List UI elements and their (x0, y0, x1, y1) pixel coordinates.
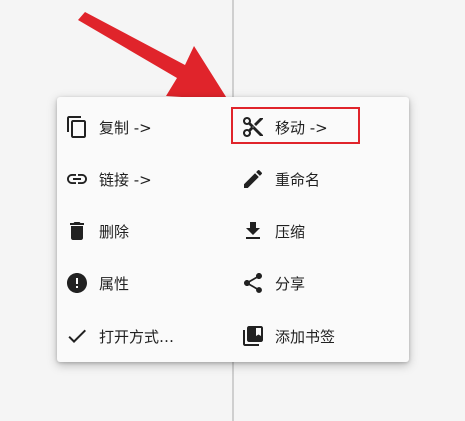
menu-item-label: 重命名 (275, 170, 321, 189)
menu-item-share[interactable]: 分享 (241, 265, 305, 301)
download-icon (241, 219, 265, 243)
menu-item-label: 添加书签 (275, 327, 336, 346)
menu-item-move[interactable]: 移动 -> (241, 109, 328, 145)
menu-item-properties[interactable]: 属性 (65, 265, 129, 301)
share-icon (241, 271, 265, 295)
menu-item-add-bookmark[interactable]: 添加书签 (241, 318, 335, 354)
menu-item-link[interactable]: 链接 -> (65, 161, 152, 197)
menu-item-label: 删除 (99, 222, 130, 241)
menu-item-label: 属性 (99, 274, 130, 293)
menu-item-label: 链接 -> (99, 170, 152, 189)
menu-item-delete[interactable]: 删除 (65, 213, 129, 249)
scissors-icon (241, 115, 265, 139)
pencil-icon (241, 167, 265, 191)
bookmark-icon (241, 324, 265, 348)
menu-item-compress[interactable]: 压缩 (241, 213, 305, 249)
link-icon (65, 167, 89, 191)
context-menu: 复制 -> 链接 -> 删除 属性 打开方式… 移动 -> 重命名 压缩 分享 … (57, 97, 409, 362)
menu-item-rename[interactable]: 重命名 (241, 161, 320, 197)
menu-item-label: 复制 -> (99, 118, 152, 137)
copy-icon (65, 115, 89, 139)
info-icon (65, 271, 89, 295)
menu-item-label: 打开方式… (99, 327, 175, 346)
delete-icon (65, 219, 89, 243)
menu-item-label: 分享 (275, 274, 306, 293)
menu-item-copy[interactable]: 复制 -> (65, 109, 152, 145)
menu-item-label: 移动 -> (275, 118, 328, 137)
check-icon (65, 324, 89, 348)
menu-item-open-with[interactable]: 打开方式… (65, 318, 174, 354)
menu-item-label: 压缩 (275, 222, 306, 241)
